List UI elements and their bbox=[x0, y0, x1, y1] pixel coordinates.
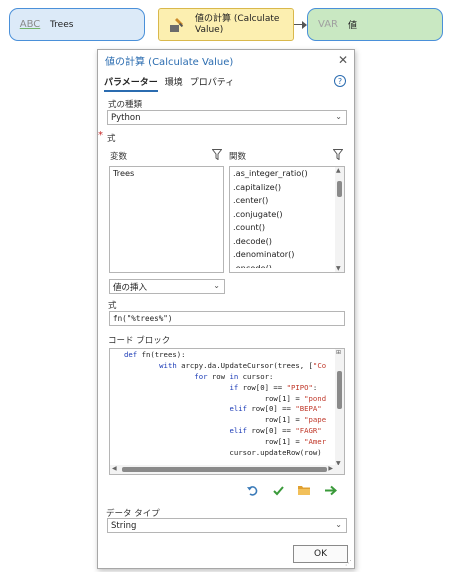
code-hscrollbar[interactable]: ◀ ▶ bbox=[110, 465, 344, 474]
scroll-right-icon[interactable]: ▶ bbox=[328, 465, 333, 472]
list-item[interactable]: .count() bbox=[230, 221, 344, 235]
expression-section-label: 式 bbox=[107, 134, 116, 144]
calculate-value-dialog: 値の計算 (Calculate Value) ✕ パラメーター 環境 プロパティ… bbox=[97, 49, 355, 569]
expression-label: 式 bbox=[108, 301, 117, 311]
code-line-9: row[1] = "Amer bbox=[124, 437, 327, 447]
tab-parameters[interactable]: パラメーター bbox=[104, 75, 158, 92]
chevron-down-icon: ⌄ bbox=[335, 520, 342, 529]
scroll-left-icon[interactable]: ◀ bbox=[112, 465, 117, 472]
code-block-editor[interactable]: def fn(trees): with arcpy.da.UpdateCurso… bbox=[109, 348, 345, 475]
calculate-value-tool-icon bbox=[159, 9, 195, 40]
list-item[interactable]: .center() bbox=[230, 194, 344, 208]
code-line-6: elif row[0] == "BEPA" bbox=[229, 404, 322, 414]
scroll-down-icon[interactable]: ▼ bbox=[336, 265, 341, 272]
dialog-title: 値の計算 (Calculate Value) bbox=[105, 56, 234, 68]
functions-filter-icon[interactable] bbox=[333, 149, 343, 160]
chevron-down-icon: ⌄ bbox=[213, 281, 220, 290]
code-block-actions bbox=[244, 482, 338, 498]
variables-filter-icon[interactable] bbox=[212, 149, 222, 160]
tab-properties[interactable]: プロパティ bbox=[190, 75, 234, 92]
scroll-thumb[interactable] bbox=[122, 467, 327, 472]
expression-type-label: 式の種類 bbox=[108, 100, 143, 110]
variable-icon: VAR bbox=[318, 19, 338, 30]
var-node-label: 値 bbox=[348, 21, 358, 31]
scroll-thumb[interactable] bbox=[337, 181, 342, 197]
list-item[interactable]: .as_integer_ratio() bbox=[230, 167, 344, 181]
functions-header: 関数 bbox=[229, 152, 247, 162]
resize-grip-icon[interactable]: ⋰ bbox=[345, 559, 352, 567]
scroll-thumb[interactable] bbox=[337, 371, 342, 409]
insert-value-select[interactable]: 値の挿入 ⌄ bbox=[109, 279, 225, 294]
code-line-2: with arcpy.da.UpdateCursor(trees, ["Co bbox=[159, 360, 327, 370]
verify-check-icon[interactable] bbox=[270, 482, 286, 498]
data-type-select[interactable]: String ⌄ bbox=[107, 518, 347, 533]
code-line-10: cursor.updateRow(row) bbox=[124, 448, 322, 458]
code-line-7: row[1] = "pape bbox=[124, 415, 327, 425]
scroll-up-icon[interactable]: ▲ bbox=[336, 167, 341, 174]
tab-environments[interactable]: 環境 bbox=[165, 75, 183, 92]
code-line-4: if row[0] == "PIPO": bbox=[229, 382, 318, 392]
dialog-tabs: パラメーター 環境 プロパティ bbox=[104, 75, 234, 92]
required-asterisk: * bbox=[98, 130, 103, 141]
chevron-down-icon: ⌄ bbox=[335, 112, 342, 121]
list-item[interactable]: .denominator() bbox=[230, 248, 344, 262]
code-line-5: row[1] = "pond bbox=[124, 393, 327, 403]
expression-type-select[interactable]: Python ⌄ bbox=[107, 110, 347, 125]
open-folder-icon[interactable] bbox=[296, 482, 312, 498]
code-line-3: for row in cursor: bbox=[194, 371, 274, 381]
list-item[interactable]: .decode() bbox=[230, 235, 344, 249]
undo-icon[interactable] bbox=[244, 482, 260, 498]
expression-field[interactable]: fn("%trees%") bbox=[109, 311, 345, 326]
collapse-icon[interactable]: ⊞ bbox=[336, 349, 341, 356]
code-line-1: def fn(trees): bbox=[124, 350, 186, 359]
code-vscrollbar[interactable]: ⊞ ▼ bbox=[335, 349, 344, 467]
variables-header: 変数 bbox=[110, 152, 128, 162]
abc-string-icon: ABC bbox=[19, 19, 41, 30]
functions-scrollbar[interactable]: ▲ ▼ bbox=[335, 167, 344, 272]
ok-button[interactable]: OK bbox=[293, 545, 348, 563]
close-icon[interactable]: ✕ bbox=[338, 53, 348, 67]
list-item[interactable]: Trees bbox=[110, 167, 223, 181]
code-block-label: コード ブロック bbox=[108, 336, 171, 346]
output-value-node[interactable]: VAR 値 bbox=[307, 8, 443, 41]
calculate-value-tool-node[interactable]: 値の計算 (Calculate Value) bbox=[158, 8, 294, 41]
help-icon[interactable]: ? bbox=[334, 75, 346, 87]
functions-list[interactable]: .as_integer_ratio() .capitalize() .cente… bbox=[229, 166, 345, 273]
trees-variable-node[interactable]: ABC Trees bbox=[9, 8, 145, 41]
variables-list[interactable]: Trees bbox=[109, 166, 224, 273]
tool-node-label: 値の計算 (Calculate Value) bbox=[195, 13, 280, 35]
trees-node-label: Trees bbox=[50, 19, 74, 30]
list-item[interactable]: .encode() bbox=[230, 262, 344, 268]
code-line-8: elif row[0] == "FAGR" bbox=[229, 426, 322, 436]
list-item[interactable]: .conjugate() bbox=[230, 208, 344, 222]
list-item[interactable]: .capitalize() bbox=[230, 181, 344, 195]
arrow-right-icon[interactable] bbox=[322, 482, 338, 498]
